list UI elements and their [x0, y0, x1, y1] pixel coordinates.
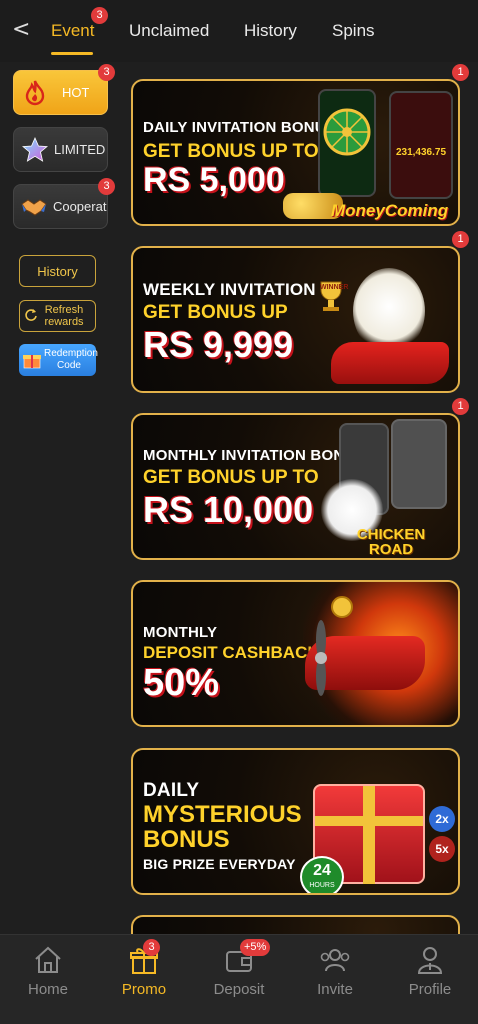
banner-amount: 50% — [143, 662, 220, 704]
category-limited-button[interactable]: LIMITED — [13, 127, 108, 172]
redemption-code-button[interactable]: Redemption Code — [19, 344, 98, 376]
banner-title: MONTHLY INVITATION BONUS — [143, 447, 366, 464]
game-logo: MoneyComing — [331, 201, 449, 220]
multiplier-chip: 5x — [429, 836, 455, 862]
banner-title: MONTHLY — [143, 624, 218, 641]
refresh-rewards-label: Refresh rewards — [44, 304, 84, 328]
bottom-nav: Home Promo 3 Deposit +5% Invite Profile — [0, 934, 478, 1024]
active-tab-indicator — [51, 52, 93, 55]
coin-icon — [331, 596, 353, 618]
monthly-invitation-banner[interactable]: MONTHLY INVITATION BONUS GET BONUS UP TO… — [131, 413, 460, 560]
tab-spins[interactable]: Spins — [332, 21, 375, 41]
nav-home-label: Home — [27, 981, 68, 998]
category-cooperation-button[interactable]: Cooperation — [13, 184, 108, 229]
banner-2-badge: 1 — [452, 231, 469, 248]
flame-icon — [20, 78, 50, 108]
back-arrow-icon[interactable]: < — [12, 16, 32, 44]
phone-mockup — [391, 419, 447, 509]
category-cooperation-label: Cooperation — [52, 199, 107, 214]
nav-deposit-badge: +5% — [240, 939, 271, 956]
nav-promo-badge: 3 — [143, 939, 160, 956]
plane-icon — [331, 342, 449, 384]
trophy-label: WINNER — [320, 284, 349, 291]
phone-mockup: 231,436.75 — [389, 91, 453, 199]
category-hot-button[interactable]: HOT — [13, 70, 108, 115]
tab-history[interactable]: History — [244, 21, 297, 41]
banner-amount: RS 9,999 — [143, 324, 294, 365]
banner-amount: RS 5,000 — [143, 161, 285, 199]
category-hot-label: HOT — [62, 85, 90, 100]
banner-title: WEEKLY INVITATION — [143, 280, 316, 299]
nav-invite-label: Invite — [317, 981, 353, 998]
banner-title: DAILY INVITATION BONUS — [143, 119, 337, 136]
banner-title: DAILY — [143, 780, 200, 801]
tab-event-badge: 3 — [91, 7, 108, 24]
banner-3-badge: 1 — [452, 398, 469, 415]
star-icon — [20, 135, 50, 165]
top-bar: < Event 3 Unclaimed History Spins — [0, 0, 478, 62]
banner-1-badge: 1 — [452, 64, 469, 81]
banner-amount: RS 10,000 — [143, 489, 314, 530]
nav-promo-label: Promo — [121, 981, 167, 998]
history-button[interactable]: History — [19, 255, 96, 287]
nav-profile[interactable]: Profile — [390, 945, 470, 998]
nav-home[interactable]: Home — [8, 945, 88, 998]
clock-24h-icon: 24 HOURS — [300, 856, 344, 893]
nav-deposit-label: Deposit — [213, 981, 265, 998]
tab-event[interactable]: Event — [51, 21, 94, 41]
redemption-code-label: Redemption Code — [44, 348, 98, 371]
banner-subtitle: GET BONUS UP TO — [143, 467, 319, 488]
refresh-rewards-button[interactable]: Refresh rewards — [19, 300, 96, 332]
home-icon — [8, 945, 88, 975]
banner-subtitle: DEPOSIT CASHBACK — [143, 643, 320, 662]
redemption-gift-icon — [22, 349, 44, 371]
game-logo: CHICKEN ROAD — [356, 526, 426, 558]
daily-invitation-banner[interactable]: DAILY INVITATION BONUS GET BONUS UP TO R… — [131, 79, 460, 226]
jackpot-amount: 231,436.75 — [395, 147, 447, 158]
weekly-invitation-banner[interactable]: WEEKLY INVITATION GET BONUS UP RS 9,999 … — [131, 246, 460, 393]
category-cooperation-badge: 3 — [98, 178, 115, 195]
mysterious-bonus-banner[interactable]: DAILY MYSTERIOUS BONUS BIG PRIZE EVERYDA… — [131, 748, 460, 895]
nav-invite[interactable]: Invite — [295, 945, 375, 998]
handshake-icon — [20, 192, 49, 222]
multiplier-chip: 2x — [429, 806, 455, 832]
deposit-cashback-banner[interactable]: MONTHLY DEPOSIT CASHBACK 50% — [131, 580, 460, 727]
banner-subtitle: GET BONUS UP — [143, 302, 288, 323]
profile-icon — [390, 945, 470, 975]
category-limited-label: LIMITED — [54, 142, 106, 157]
clock-hours-label: HOURS — [309, 882, 335, 889]
banner-tagline: BIG PRIZE EVERYDAY — [143, 856, 296, 872]
refresh-icon — [24, 308, 40, 324]
nav-profile-label: Profile — [408, 981, 452, 998]
banner-subtitle: GET BONUS UP TO — [143, 141, 319, 162]
propeller-icon — [301, 618, 341, 698]
banner-subtitle: MYSTERIOUS BONUS — [143, 801, 302, 853]
phone-mockup — [318, 89, 376, 197]
clock-hours: 24 — [313, 862, 331, 879]
category-hot-badge: 3 — [98, 64, 115, 81]
trophy-icon: WINNER — [313, 278, 349, 311]
tab-unclaimed[interactable]: Unclaimed — [129, 21, 209, 41]
invite-icon — [295, 945, 375, 975]
